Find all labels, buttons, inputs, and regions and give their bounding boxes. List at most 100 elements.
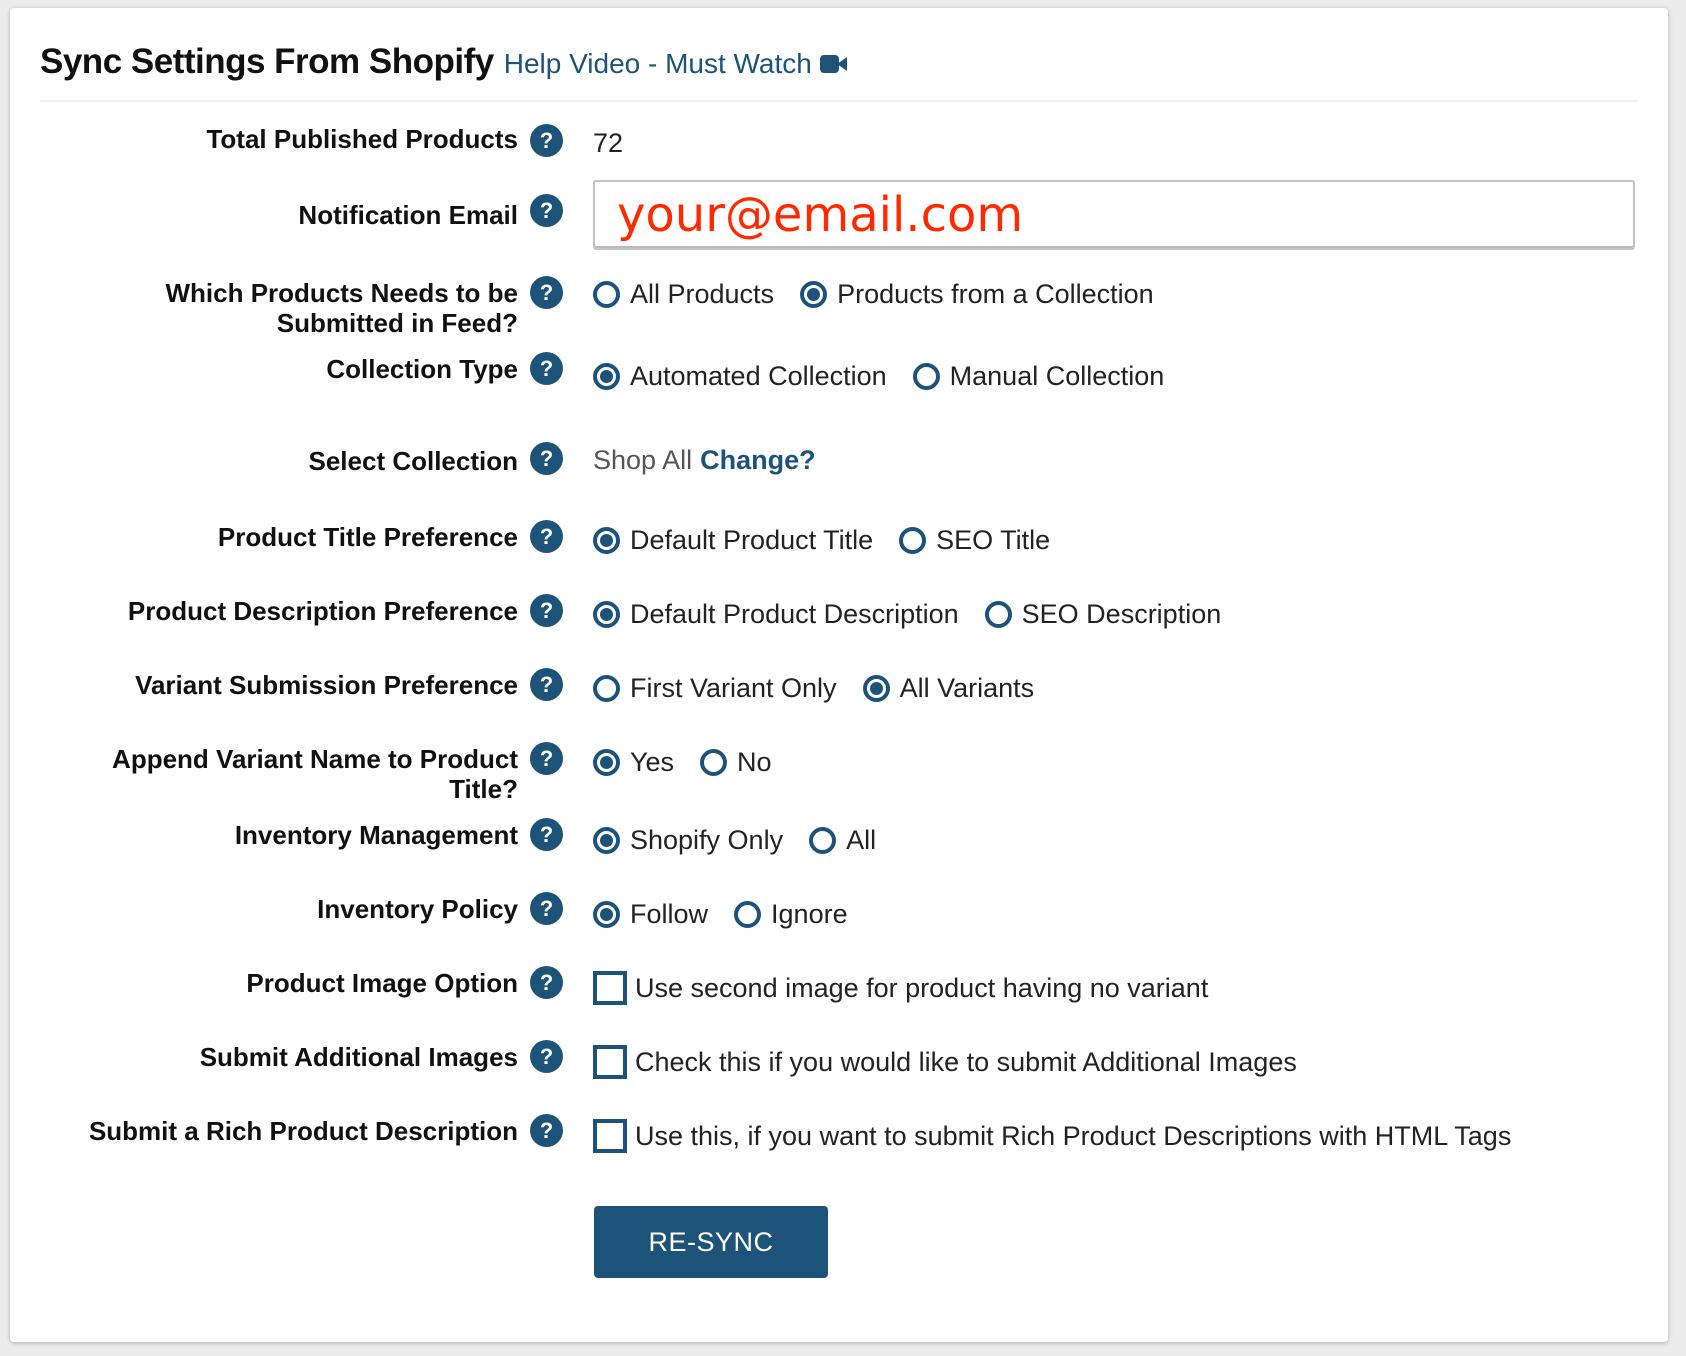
resync-button[interactable]: RE-SYNC	[594, 1206, 828, 1278]
radio-label: All Variants	[899, 672, 1035, 703]
radio-shopify-only[interactable]: Shopify Only	[593, 825, 783, 856]
select-collection-label: Select Collection	[308, 446, 519, 476]
row-total-products: Total Published Products ? 72	[10, 124, 1668, 160]
radio-all-variants[interactable]: All Variants	[862, 672, 1035, 704]
collection-type-options: Automated Collection Manual Collection	[593, 360, 1190, 392]
help-icon[interactable]: ?	[530, 668, 563, 701]
radio-button[interactable]	[984, 600, 1012, 628]
radio-label: Manual Collection	[949, 360, 1165, 391]
help-icon[interactable]: ?	[530, 594, 563, 627]
radio-yes[interactable]: Yes	[593, 747, 674, 778]
row-inventory-management: Inventory Management ? Shopify Only All	[10, 818, 1668, 856]
radio-seo-title[interactable]: SEO Title	[899, 525, 1050, 556]
radio-first-variant-only[interactable]: First Variant Only	[593, 673, 837, 704]
radio-button[interactable]	[734, 900, 762, 928]
radio-products-from-collection[interactable]: Products from a Collection	[800, 279, 1154, 310]
checkbox[interactable]	[593, 971, 627, 1005]
video-camera-icon	[819, 54, 848, 74]
help-icon[interactable]: ?	[530, 742, 563, 775]
selected-collection-name: Shop All	[593, 444, 693, 475]
radio-label: Shopify Only	[630, 824, 784, 855]
radio-label: Ignore	[771, 898, 848, 929]
product-image-option-checkbox-row[interactable]: Use second image for product having no v…	[593, 970, 1208, 1006]
notification-email-input[interactable]	[593, 180, 1635, 250]
radio-button[interactable]	[700, 748, 728, 776]
radio-button-checked[interactable]	[593, 900, 620, 928]
rich-description-checkbox-row[interactable]: Use this, if you want to submit Rich Pro…	[593, 1118, 1511, 1154]
radio-follow[interactable]: Follow	[593, 899, 708, 930]
append-variant-label-line2: Title?	[449, 774, 518, 804]
which-products-options: All Products Products from a Collection	[593, 278, 1180, 310]
radio-all[interactable]: All	[809, 825, 876, 856]
radio-default-product-description[interactable]: Default Product Description	[593, 599, 959, 630]
radio-label: Default Product Title	[630, 524, 874, 555]
help-icon[interactable]: ?	[530, 194, 563, 227]
help-video-link-label: Help Video - Must Watch	[503, 48, 812, 79]
additional-images-checkbox-row[interactable]: Check this if you would like to submit A…	[593, 1044, 1297, 1080]
checkbox[interactable]	[593, 1045, 627, 1079]
radio-button[interactable]	[809, 826, 837, 854]
radio-button-checked[interactable]	[593, 600, 620, 628]
radio-manual-collection[interactable]: Manual Collection	[912, 360, 1165, 392]
radio-button[interactable]	[899, 526, 927, 554]
radio-no[interactable]: No	[700, 747, 772, 778]
radio-label: All	[846, 824, 877, 855]
checkbox-label: Use this, if you want to submit Rich Pro…	[635, 1120, 1512, 1151]
row-inventory-policy: Inventory Policy ? Follow Ignore	[10, 892, 1668, 930]
row-product-image-option: Product Image Option ? Use second image …	[10, 966, 1668, 1006]
change-collection-link[interactable]: Change?	[700, 445, 816, 476]
radio-button-checked[interactable]	[800, 280, 828, 308]
radio-button-checked[interactable]	[862, 674, 890, 702]
title-preference-label: Product Title Preference	[217, 522, 518, 552]
append-variant-label: Append Variant Name to Product Title?	[112, 744, 518, 804]
additional-images-label: Submit Additional Images	[199, 1042, 518, 1072]
page-title: Sync Settings From Shopify	[40, 42, 494, 81]
radio-label: Yes	[630, 746, 675, 777]
radio-default-product-title[interactable]: Default Product Title	[593, 525, 873, 556]
help-icon[interactable]: ?	[530, 520, 563, 553]
description-preference-options: Default Product Description SEO Descript…	[593, 598, 1247, 630]
variant-preference-options: First Variant Only All Variants	[593, 672, 1060, 704]
radio-label: Automated Collection	[630, 360, 887, 391]
notification-email-label: Notification Email	[298, 200, 518, 230]
append-variant-options: Yes No	[593, 746, 798, 778]
help-icon[interactable]: ?	[530, 442, 563, 475]
help-icon[interactable]: ?	[530, 124, 563, 157]
checkbox-label: Use second image for product having no v…	[635, 972, 1209, 1003]
rich-description-label: Submit a Rich Product Description	[88, 1116, 518, 1146]
collection-type-label: Collection Type	[326, 354, 518, 384]
help-icon[interactable]: ?	[530, 276, 563, 309]
which-products-label-line1: Which Products Needs to be	[165, 278, 519, 308]
row-collection-type: Collection Type ? Automated Collection M…	[10, 352, 1668, 392]
radio-seo-description[interactable]: SEO Description	[984, 599, 1221, 630]
radio-ignore[interactable]: Ignore	[734, 899, 848, 930]
radio-button[interactable]	[912, 362, 940, 390]
radio-automated-collection[interactable]: Automated Collection	[593, 361, 887, 392]
sync-settings-card: Sync Settings From Shopify Help Video - …	[10, 8, 1668, 1342]
radio-label: Products from a Collection	[837, 278, 1154, 309]
description-preference-label: Product Description Preference	[127, 596, 518, 626]
checkbox[interactable]	[593, 1119, 627, 1153]
radio-button-checked[interactable]	[593, 362, 620, 390]
radio-button-checked[interactable]	[593, 526, 620, 554]
radio-label: Follow	[630, 898, 709, 929]
help-icon[interactable]: ?	[530, 966, 563, 999]
radio-label: SEO Title	[936, 524, 1051, 555]
total-products-label: Total Published Products	[206, 124, 518, 154]
radio-button[interactable]	[593, 674, 620, 702]
help-icon[interactable]: ?	[530, 818, 563, 851]
radio-button-checked[interactable]	[593, 748, 620, 776]
help-icon[interactable]: ?	[530, 1114, 563, 1147]
help-icon[interactable]: ?	[530, 1040, 563, 1073]
radio-button-checked[interactable]	[593, 826, 620, 854]
radio-button[interactable]	[593, 280, 620, 308]
divider	[40, 100, 1638, 102]
title-preference-options: Default Product Title SEO Title	[593, 524, 1076, 556]
row-append-variant: Append Variant Name to Product Title? ? …	[10, 742, 1668, 808]
inventory-management-options: Shopify Only All	[593, 824, 902, 856]
product-image-option-label: Product Image Option	[246, 968, 518, 998]
help-video-link[interactable]: Help Video - Must Watch	[504, 48, 848, 80]
radio-all-products[interactable]: All Products	[593, 279, 774, 310]
help-icon[interactable]: ?	[530, 892, 563, 925]
help-icon[interactable]: ?	[530, 352, 563, 385]
